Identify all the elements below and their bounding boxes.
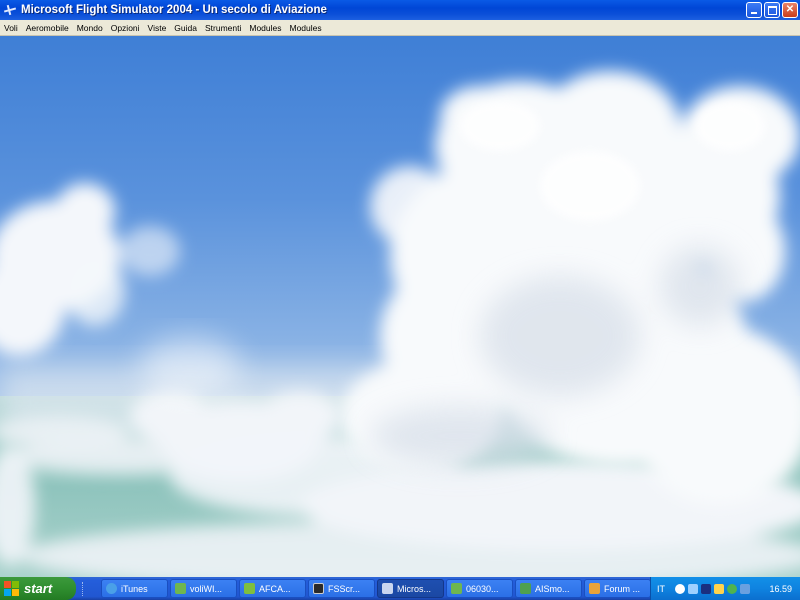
close-icon: ✕ bbox=[785, 4, 795, 15]
task-fsscr[interactable]: FSScr... bbox=[308, 579, 375, 598]
system-tray: IT 16.59 bbox=[650, 577, 800, 600]
task-forum[interactable]: Forum ... bbox=[584, 579, 651, 598]
task-label: 06030... bbox=[466, 583, 499, 594]
volume-icon[interactable] bbox=[714, 583, 724, 594]
taskbar: start iTunes voliWI... AFCA... FSScr... … bbox=[0, 577, 800, 600]
language-indicator[interactable]: IT bbox=[657, 584, 665, 594]
menu-bar: Voli Aeromobile Mondo Opzioni Viste Guid… bbox=[0, 20, 800, 36]
plane-app-icon bbox=[244, 583, 255, 594]
clock[interactable]: 16.59 bbox=[769, 584, 792, 594]
window-controls: ✕ bbox=[746, 2, 798, 18]
distant-wisp bbox=[140, 336, 240, 396]
tray-app-icon[interactable] bbox=[740, 583, 750, 594]
flight-sim-icon bbox=[382, 583, 393, 594]
menu-modules-2[interactable]: Modules bbox=[286, 23, 326, 33]
task-label: FSScr... bbox=[328, 583, 361, 594]
minimize-icon bbox=[751, 11, 757, 14]
task-label: AFCA... bbox=[259, 583, 291, 594]
document-icon bbox=[175, 583, 186, 594]
start-button[interactable]: start bbox=[0, 577, 76, 600]
menu-aeromobile[interactable]: Aeromobile bbox=[22, 23, 73, 33]
document-icon bbox=[451, 583, 462, 594]
network-icon[interactable] bbox=[688, 583, 698, 594]
task-label: iTunes bbox=[121, 583, 148, 594]
menu-viste[interactable]: Viste bbox=[144, 23, 171, 33]
task-label: AISmo... bbox=[535, 583, 570, 594]
task-06030[interactable]: 06030... bbox=[446, 579, 513, 598]
messenger-icon[interactable] bbox=[727, 583, 737, 594]
task-microsoft-flight-sim[interactable]: Micros... bbox=[377, 579, 444, 598]
task-afca[interactable]: AFCA... bbox=[239, 579, 306, 598]
airplane-icon[interactable] bbox=[3, 3, 17, 17]
task-label: voliWI... bbox=[190, 583, 223, 594]
left-cloud bbox=[0, 183, 180, 356]
minimize-button[interactable] bbox=[746, 2, 762, 18]
title-bar: Microsoft Flight Simulator 2004 - Un sec… bbox=[0, 0, 800, 20]
task-label: Forum ... bbox=[604, 583, 641, 594]
menu-mondo[interactable]: Mondo bbox=[73, 23, 107, 33]
console-icon bbox=[313, 583, 324, 594]
menu-voli[interactable]: Voli bbox=[0, 23, 22, 33]
quick-launch-separator bbox=[82, 581, 95, 596]
sim-viewport[interactable] bbox=[0, 36, 800, 577]
menu-opzioni[interactable]: Opzioni bbox=[107, 23, 144, 33]
start-label: start bbox=[24, 581, 53, 596]
menu-strumenti[interactable]: Strumenti bbox=[201, 23, 245, 33]
window-title: Microsoft Flight Simulator 2004 - Un sec… bbox=[21, 4, 327, 16]
task-aismo[interactable]: AISmo... bbox=[515, 579, 582, 598]
task-label: Micros... bbox=[397, 583, 432, 594]
windows-logo-icon bbox=[4, 580, 20, 597]
task-voliwi[interactable]: voliWI... bbox=[170, 579, 237, 598]
media-play-icon[interactable] bbox=[701, 583, 711, 594]
tray-chevron-icon[interactable] bbox=[675, 583, 685, 594]
app-icon bbox=[520, 583, 531, 594]
close-button[interactable]: ✕ bbox=[782, 2, 798, 18]
sky-scene bbox=[0, 71, 800, 577]
restore-icon bbox=[767, 5, 777, 15]
menu-guida[interactable]: Guida bbox=[170, 23, 201, 33]
task-buttons: iTunes voliWI... AFCA... FSScr... Micros… bbox=[101, 579, 651, 598]
menu-modules-1[interactable]: Modules bbox=[245, 23, 285, 33]
browser-icon bbox=[589, 583, 600, 594]
task-itunes[interactable]: iTunes bbox=[101, 579, 168, 598]
maximize-button[interactable] bbox=[764, 2, 780, 18]
itunes-icon bbox=[106, 583, 117, 594]
